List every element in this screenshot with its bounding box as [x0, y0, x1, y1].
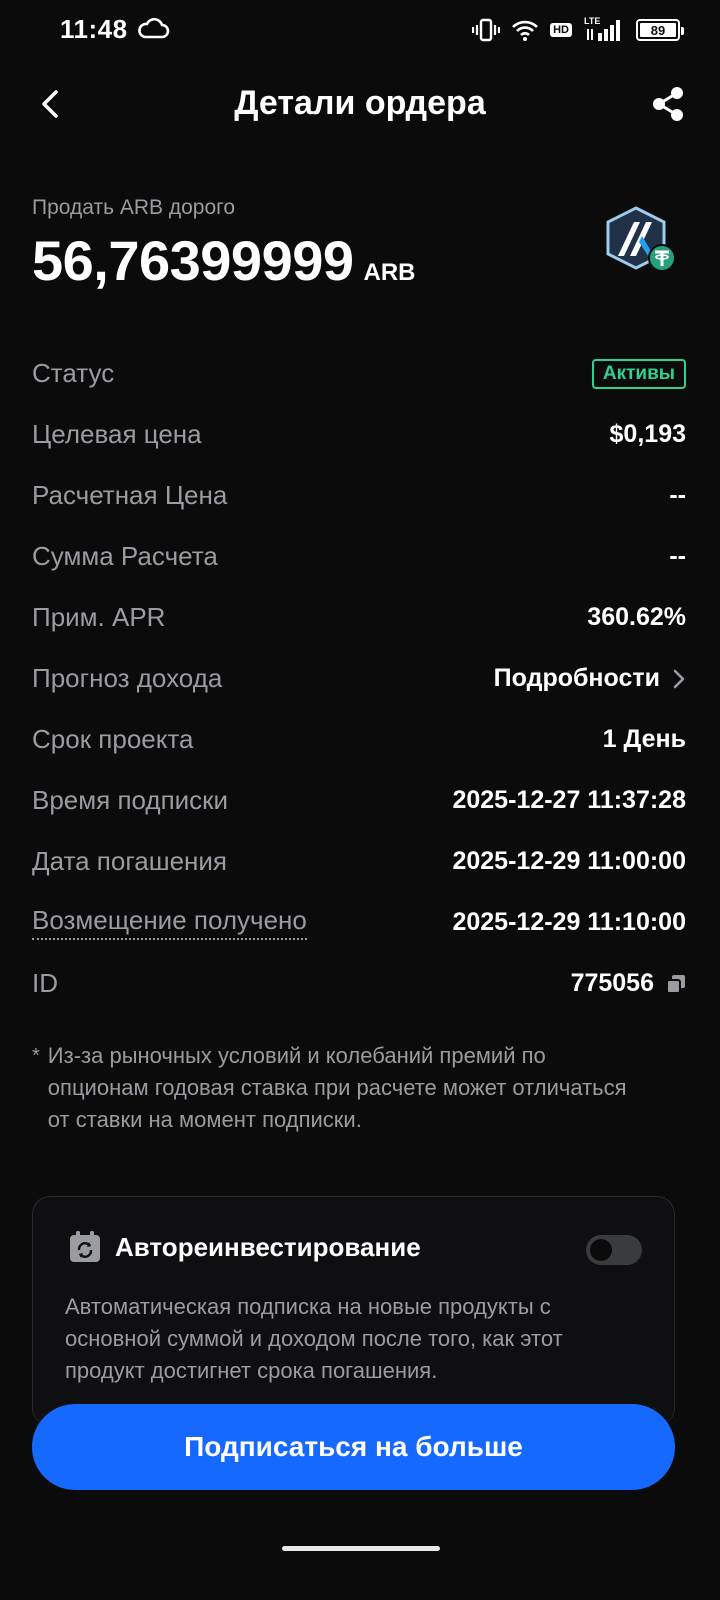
auto-reinvest-title: Автореинвестирование — [115, 1231, 421, 1262]
detail-value: 2025-12-27 11:37:28 — [452, 786, 686, 814]
detail-label: Время подписки — [32, 785, 229, 815]
auto-reinvest-description: Автоматическая подписка на новые продукт… — [65, 1294, 563, 1383]
detail-label: Сумма Расчета — [32, 541, 218, 571]
cloud-icon — [138, 17, 170, 39]
share-icon — [653, 87, 683, 121]
chevron-right-icon — [673, 669, 685, 688]
amount-value: 56,76399999 — [32, 229, 354, 292]
wifi-icon — [512, 20, 539, 41]
detail-value: 2025-12-29 11:00:00 — [452, 847, 686, 875]
home-indicator[interactable] — [282, 1546, 440, 1551]
amount-unit: ARB — [363, 259, 416, 286]
detail-row-target-price: Целевая цена $0,193 — [32, 404, 686, 465]
detail-value: -- — [669, 481, 686, 509]
detail-value: 360.62% — [587, 603, 686, 631]
toggle-knob — [590, 1239, 612, 1261]
detail-row-refund-received: Возмещение получено 2025-12-29 11:10:00 — [32, 892, 686, 953]
refund-tooltip-label[interactable]: Возмещение получено — [32, 905, 307, 940]
detail-row-apr: Прим. APR 360.62% — [32, 587, 686, 648]
auto-reinvest-card: Автореинвестирование Автоматическая подп… — [32, 1196, 675, 1426]
detail-value: 1 День — [602, 725, 686, 753]
detail-label: Прогноз дохода — [32, 663, 223, 693]
order-id-value: 775056 — [570, 969, 654, 997]
detail-value: $0,193 — [609, 420, 686, 448]
vibrate-icon — [472, 18, 501, 42]
detail-row-id: ID 775056 — [32, 953, 686, 1014]
copy-icon[interactable] — [666, 974, 686, 994]
status-time: 11:48 — [60, 14, 128, 44]
detail-row-settlement-amount: Сумма Расчета -- — [32, 526, 686, 587]
detail-label: Срок проекта — [32, 724, 194, 754]
footnote-text: Из-за рыночных условий и колебаний преми… — [47, 1043, 627, 1132]
order-type-label: Продать ARB дорого — [32, 196, 236, 219]
detail-label: Прим. APR — [32, 602, 166, 632]
detail-label: Дата погашения — [32, 846, 227, 876]
status-badge: Активы — [591, 358, 686, 389]
subscribe-more-button[interactable]: Подписаться на больше — [32, 1404, 675, 1490]
detail-row-status: Статус Активы — [32, 343, 686, 404]
auto-reinvest-toggle[interactable] — [586, 1235, 642, 1265]
page-header: Детали ордера — [0, 70, 720, 140]
hd-badge: HD — [550, 23, 572, 37]
order-id: 775056 — [571, 969, 686, 998]
details-link-label: Подробности — [493, 664, 660, 692]
footnote-asterisk: * — [32, 1045, 40, 1067]
detail-row-income-forecast: Прогноз дохода Подробности — [32, 648, 686, 709]
detail-row-subscription-time: Время подписки 2025-12-27 11:37:28 — [32, 770, 686, 831]
detail-value: 2025-12-29 11:10:00 — [452, 908, 686, 936]
details-link[interactable]: Подробности — [494, 664, 686, 693]
signal-icon: LTE — [584, 16, 624, 42]
order-details: Статус Активы Целевая цена $0,193 Расчет… — [32, 343, 686, 1014]
apr-footnote: * Из-за рыночных условий и колебаний пре… — [32, 1040, 632, 1136]
detail-label: Статус — [32, 358, 115, 388]
calendar-refresh-icon — [70, 1231, 100, 1262]
status-icons: HD LTE 89 — [472, 16, 684, 44]
auto-reinvest-header: Автореинвестирование — [69, 1231, 421, 1263]
share-button[interactable] — [646, 82, 690, 126]
page-title: Детали ордера — [234, 84, 486, 122]
detail-row-settlement-price: Расчетная Цена -- — [32, 465, 686, 526]
detail-label: Целевая цена — [32, 419, 202, 449]
detail-label: ID — [32, 968, 58, 998]
order-amount: 56,76399999 ARB — [32, 228, 416, 293]
battery-icon: 89 — [636, 19, 684, 41]
arbitrum-tether-icon — [606, 206, 676, 272]
detail-row-term: Срок проекта 1 День — [32, 709, 686, 770]
detail-label: Расчетная Цена — [32, 480, 228, 510]
detail-value: -- — [669, 542, 686, 570]
battery-level: 89 — [650, 22, 666, 38]
detail-row-maturity-date: Дата погашения 2025-12-29 11:00:00 — [32, 831, 686, 892]
status-bar: 11:48 HD LTE 89 — [0, 0, 720, 62]
